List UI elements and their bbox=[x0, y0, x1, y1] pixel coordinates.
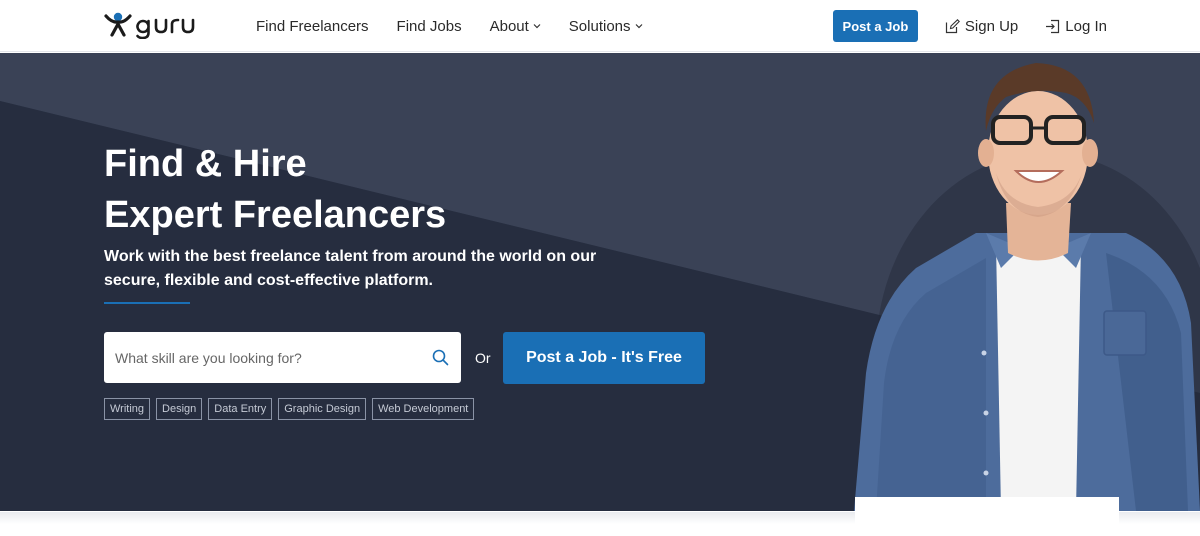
log-in-link[interactable]: Log In bbox=[1045, 18, 1107, 35]
hero-section: Find & Hire Expert Freelancers Work with… bbox=[0, 53, 1200, 511]
nav-find-freelancers-label: Find Freelancers bbox=[256, 17, 369, 35]
login-icon bbox=[1046, 19, 1060, 33]
site-header: Find Freelancers Find Jobs About Solutio… bbox=[0, 0, 1200, 52]
hero-title: Find & Hire Expert Freelancers bbox=[104, 139, 446, 241]
or-separator: Or bbox=[475, 350, 491, 366]
tag-writing[interactable]: Writing bbox=[104, 398, 151, 420]
skill-tags: Writing Design Data Entry Graphic Design… bbox=[104, 398, 480, 420]
accent-divider bbox=[104, 302, 190, 304]
floating-card-edge bbox=[855, 497, 1119, 527]
post-job-button[interactable]: Post a Job bbox=[832, 10, 918, 42]
nav-solutions[interactable]: Solutions bbox=[569, 18, 643, 35]
guru-logo-icon bbox=[104, 12, 195, 39]
skill-search-box bbox=[104, 332, 461, 383]
post-job-free-button[interactable]: Post a Job - It's Free bbox=[503, 332, 705, 384]
log-in-label: Log In bbox=[1065, 17, 1107, 35]
tag-graphic-design[interactable]: Graphic Design bbox=[278, 398, 367, 420]
tag-web-development[interactable]: Web Development bbox=[372, 398, 475, 420]
nav-find-jobs[interactable]: Find Jobs bbox=[397, 18, 462, 35]
nav-about-label: About bbox=[489, 17, 529, 35]
search-icon[interactable] bbox=[432, 349, 449, 366]
sign-up-link[interactable]: Sign Up bbox=[945, 18, 1018, 35]
nav-find-freelancers[interactable]: Find Freelancers bbox=[256, 18, 369, 35]
hero-person-image bbox=[854, 63, 1200, 511]
chevron-down-icon bbox=[533, 24, 541, 29]
tag-data-entry[interactable]: Data Entry bbox=[208, 398, 273, 420]
nav-find-jobs-label: Find Jobs bbox=[396, 17, 462, 35]
hero-title-line-2: Expert Freelancers bbox=[104, 194, 447, 236]
header-actions: Post a Job Sign Up Log In bbox=[832, 0, 1107, 52]
nav-solutions-label: Solutions bbox=[568, 17, 631, 35]
chevron-down-icon bbox=[635, 24, 642, 29]
sign-up-label: Sign Up bbox=[964, 17, 1019, 35]
nav-about[interactable]: About bbox=[490, 18, 541, 35]
main-nav: Find Freelancers Find Jobs About Solutio… bbox=[256, 0, 671, 52]
edit-icon bbox=[945, 18, 960, 33]
hero-title-line-1: Find & Hire bbox=[104, 143, 307, 185]
tag-design[interactable]: Design bbox=[156, 398, 203, 420]
skill-search-input[interactable] bbox=[104, 332, 414, 383]
hero-subtitle: Work with the best freelance talent from… bbox=[104, 248, 597, 289]
guru-logo[interactable] bbox=[104, 9, 216, 39]
